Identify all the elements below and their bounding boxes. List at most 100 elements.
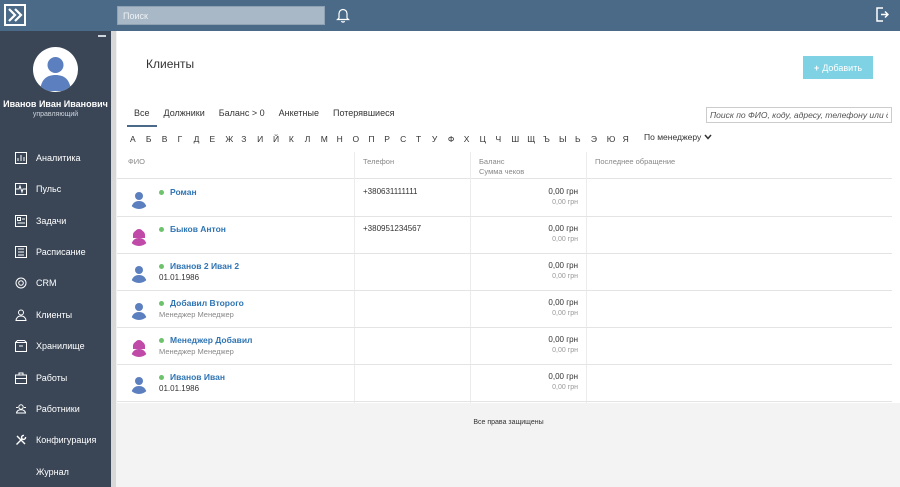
sidebar-item-works[interactable]: Работы xyxy=(0,366,111,390)
alphabet-letter[interactable]: Й xyxy=(273,134,289,144)
column-balance[interactable]: Баланс xyxy=(479,157,505,166)
table-row[interactable]: Роман +380631111111 0,00 грн 0,00 грн xyxy=(117,180,892,217)
client-name-link[interactable]: Менеджер Добавил xyxy=(170,335,252,345)
tab-questionnaire[interactable]: Анкетные xyxy=(272,105,326,127)
client-avatar[interactable] xyxy=(128,187,150,209)
alphabet-letter[interactable]: Я xyxy=(623,134,639,144)
sidebar-item-crm[interactable]: CRM xyxy=(0,271,111,295)
alphabet-letter[interactable]: З xyxy=(241,134,257,144)
tab-positive-balance[interactable]: Баланс > 0 xyxy=(212,105,272,127)
sidebar-scrollbar[interactable] xyxy=(111,31,116,487)
alphabet-letter[interactable]: Ш xyxy=(511,134,527,144)
sidebar-item-label: Задачи xyxy=(36,216,67,226)
column-receipts[interactable]: Сумма чеков xyxy=(479,167,524,176)
sidebar-item-analytics[interactable]: Аналитика xyxy=(0,146,111,170)
user-avatar[interactable] xyxy=(33,47,78,92)
alphabet-letter[interactable]: Л xyxy=(305,134,321,144)
client-balance: 0,00 грн xyxy=(548,298,578,307)
crm-icon xyxy=(15,277,27,289)
client-name-link[interactable]: Иванов Иван xyxy=(170,372,225,382)
alphabet-letter[interactable]: Щ xyxy=(527,134,543,144)
alphabet-letter[interactable]: Е xyxy=(209,134,225,144)
alphabet-letter[interactable]: Ц xyxy=(480,134,496,144)
app-logo-icon[interactable] xyxy=(4,4,26,26)
sidebar-item-label: Работы xyxy=(36,373,68,383)
sidebar-item-schedule[interactable]: Расписание xyxy=(0,240,111,264)
client-avatar[interactable] xyxy=(128,372,150,394)
alphabet-letter[interactable]: У xyxy=(432,134,448,144)
sidebar-item-label: Клиенты xyxy=(36,310,73,320)
tab-debtors[interactable]: Должники xyxy=(157,105,212,127)
client-subtitle: Менеджер Менеджер xyxy=(159,347,234,356)
client-name-link[interactable]: Быков Антон xyxy=(170,224,226,234)
client-avatar[interactable] xyxy=(128,261,150,283)
table-row[interactable]: Быков Антон +380951234567 0,00 грн 0,00 грн xyxy=(117,217,892,254)
schedule-icon xyxy=(15,246,27,258)
client-subtitle: Менеджер Менеджер xyxy=(159,310,234,319)
alphabet-letter[interactable]: Х xyxy=(464,134,480,144)
notifications-bell-icon[interactable] xyxy=(336,7,350,23)
online-status-dot xyxy=(159,227,164,232)
table-header: ФИО Телефон Баланс Сумма чеков Последнее… xyxy=(117,152,892,179)
alphabet-letter[interactable]: А xyxy=(130,134,146,144)
sidebar-item-config[interactable]: Конфигурация xyxy=(0,428,111,452)
sidebar-item-pulse[interactable]: Пульс xyxy=(0,177,111,201)
alphabet-letter[interactable]: О xyxy=(352,134,368,144)
alphabet-letter[interactable]: Р xyxy=(384,134,400,144)
alphabet-letter[interactable]: Ф xyxy=(448,134,464,144)
alphabet-letter[interactable]: П xyxy=(368,134,384,144)
sidebar-item-workers[interactable]: Работники xyxy=(0,397,111,421)
client-name-link[interactable]: Иванов 2 Иван 2 xyxy=(170,261,239,271)
alphabet-letter[interactable]: Н xyxy=(337,134,353,144)
sidebar-item-tasks[interactable]: Задачи xyxy=(0,209,111,233)
sidebar-item-storage[interactable]: Хранилище xyxy=(0,334,111,358)
client-avatar[interactable] xyxy=(128,224,150,246)
sidebar-item-label: Расписание xyxy=(36,247,86,257)
sidebar-item-clients[interactable]: Клиенты xyxy=(0,303,111,327)
logout-icon[interactable] xyxy=(875,7,889,22)
alphabet-letter[interactable]: Т xyxy=(416,134,432,144)
alphabet-letter[interactable]: М xyxy=(321,134,337,144)
client-name-link[interactable]: Добавил Второго xyxy=(170,298,244,308)
alphabet-letter[interactable]: Ъ xyxy=(543,134,559,144)
table-row[interactable]: Иванов Иван 01.01.1986 0,00 грн 0,00 грн xyxy=(117,365,892,402)
manager-filter-dropdown[interactable]: По менеджеру xyxy=(644,132,712,142)
client-receipts-sum: 0,00 грн xyxy=(552,199,578,206)
online-status-dot xyxy=(159,301,164,306)
client-filter-input[interactable] xyxy=(706,107,892,123)
client-avatar[interactable] xyxy=(128,298,150,320)
client-subtitle: 01.01.1986 xyxy=(159,384,200,393)
client-name-link[interactable]: Роман xyxy=(170,187,197,197)
alphabet-letter[interactable]: Д xyxy=(194,134,210,144)
table-row[interactable]: Менеджер Добавил Менеджер Менеджер 0,00 гр… xyxy=(117,328,892,365)
sidebar-collapse-button[interactable] xyxy=(98,35,106,37)
online-status-dot xyxy=(159,264,164,269)
sidebar-item-journal[interactable]: Журнал xyxy=(0,460,111,484)
client-balance: 0,00 грн xyxy=(548,187,578,196)
alphabet-letter[interactable]: Ю xyxy=(607,134,623,144)
alphabet-letter[interactable]: Ч xyxy=(495,134,511,144)
table-row[interactable]: Добавил Второго Менеджер Менеджер 0,00 грн… xyxy=(117,291,892,328)
alphabet-letter[interactable]: И xyxy=(257,134,273,144)
tab-lost[interactable]: Потерявшиеся xyxy=(326,105,402,127)
column-name[interactable]: ФИО xyxy=(128,157,145,166)
sidebar-item-label: CRM xyxy=(36,278,57,288)
column-phone[interactable]: Телефон xyxy=(363,157,394,166)
alphabet-letter[interactable]: К xyxy=(289,134,305,144)
user-name[interactable]: Иванов Иван Иванович xyxy=(0,99,111,109)
search-input[interactable] xyxy=(117,6,325,25)
client-avatar-icon xyxy=(131,192,147,209)
alphabet-letter[interactable]: Б xyxy=(146,134,162,144)
column-last-visit[interactable]: Последнее обращение xyxy=(595,157,675,166)
alphabet-letter[interactable]: Ж xyxy=(225,134,241,144)
alphabet-letter[interactable]: Г xyxy=(178,134,194,144)
table-row[interactable]: Иванов 2 Иван 2 01.01.1986 0,00 грн 0,00 гр… xyxy=(117,254,892,291)
tab-all[interactable]: Все xyxy=(127,105,157,127)
client-avatar[interactable] xyxy=(128,335,150,357)
alphabet-letter[interactable]: Ь xyxy=(575,134,591,144)
alphabet-letter[interactable]: С xyxy=(400,134,416,144)
alphabet-letter[interactable]: Э xyxy=(591,134,607,144)
add-client-button[interactable]: + Добавить xyxy=(803,56,873,79)
alphabet-letter[interactable]: Ы xyxy=(559,134,575,144)
alphabet-letter[interactable]: В xyxy=(162,134,178,144)
